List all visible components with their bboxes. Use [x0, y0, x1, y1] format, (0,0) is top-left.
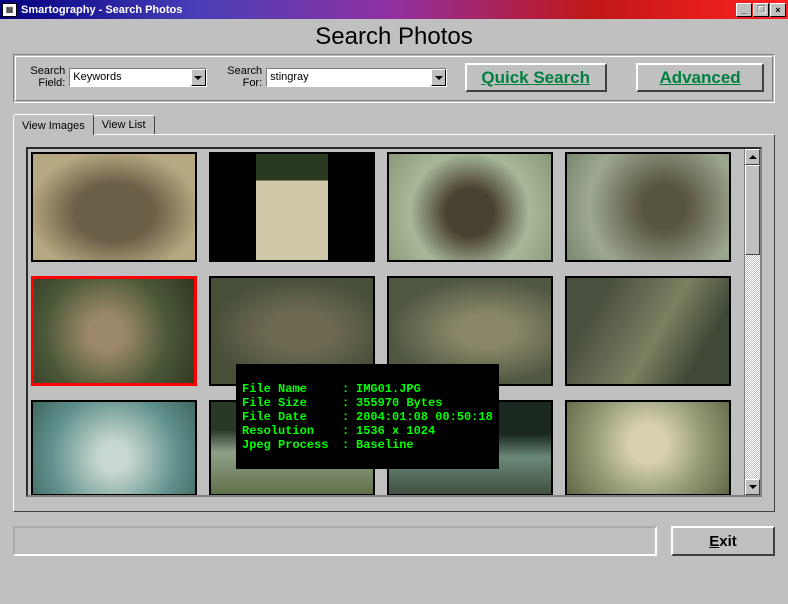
thumbnail[interactable]	[387, 152, 553, 262]
exit-button[interactable]: Exit	[671, 526, 775, 556]
search-field-dropdown[interactable]: Keywords	[69, 68, 207, 87]
thumbnail[interactable]	[31, 400, 197, 495]
close-button[interactable]: ×	[770, 3, 786, 17]
advanced-button[interactable]: Advanced	[636, 63, 764, 92]
quick-search-button[interactable]: Quick Search	[465, 63, 607, 92]
window-icon: ▦	[2, 3, 17, 17]
tab-view-list[interactable]: View List	[93, 115, 155, 134]
gallery-frame: File Name:IMG01.JPG File Size:355970 Byt…	[26, 147, 762, 497]
file-info-tooltip: File Name:IMG01.JPG File Size:355970 Byt…	[236, 364, 499, 469]
tab-strip: View Images View List	[13, 113, 775, 134]
thumbnail[interactable]	[565, 152, 731, 262]
tab-body: File Name:IMG01.JPG File Size:355970 Byt…	[13, 134, 775, 512]
thumbnail[interactable]	[565, 400, 731, 495]
chevron-down-icon[interactable]	[191, 69, 206, 86]
titlebar: ▦ Smartography - Search Photos _ ❐ ×	[0, 0, 788, 19]
gallery: File Name:IMG01.JPG File Size:355970 Byt…	[28, 149, 744, 495]
search-panel: Search Field: Keywords Search For: sting…	[13, 54, 775, 103]
minimize-button[interactable]: _	[736, 3, 752, 17]
chevron-down-icon[interactable]	[431, 69, 446, 86]
scroll-down-button[interactable]	[745, 479, 760, 495]
thumbnail[interactable]	[31, 152, 197, 262]
footer: Exit	[13, 526, 775, 556]
tab-view-images[interactable]: View Images	[13, 114, 94, 135]
scroll-track[interactable]	[745, 165, 760, 479]
scroll-thumb[interactable]	[745, 165, 760, 255]
search-field-label: Search Field:	[24, 66, 65, 89]
status-bar	[13, 526, 657, 556]
gallery-scrollbar[interactable]	[744, 149, 760, 495]
restore-button[interactable]: ❐	[753, 3, 769, 17]
thumbnail[interactable]	[209, 152, 375, 262]
thumbnail[interactable]	[565, 276, 731, 386]
window-title: Smartography - Search Photos	[21, 4, 182, 16]
scroll-up-button[interactable]	[745, 149, 760, 165]
window-buttons: _ ❐ ×	[735, 3, 786, 17]
search-field-value: Keywords	[70, 69, 191, 86]
search-for-label: Search For:	[217, 66, 262, 89]
search-for-dropdown[interactable]: stingray	[266, 68, 447, 87]
thumbnail-selected[interactable]	[31, 276, 197, 386]
page-title: Search Photos	[0, 19, 788, 54]
search-for-value: stingray	[267, 69, 431, 86]
